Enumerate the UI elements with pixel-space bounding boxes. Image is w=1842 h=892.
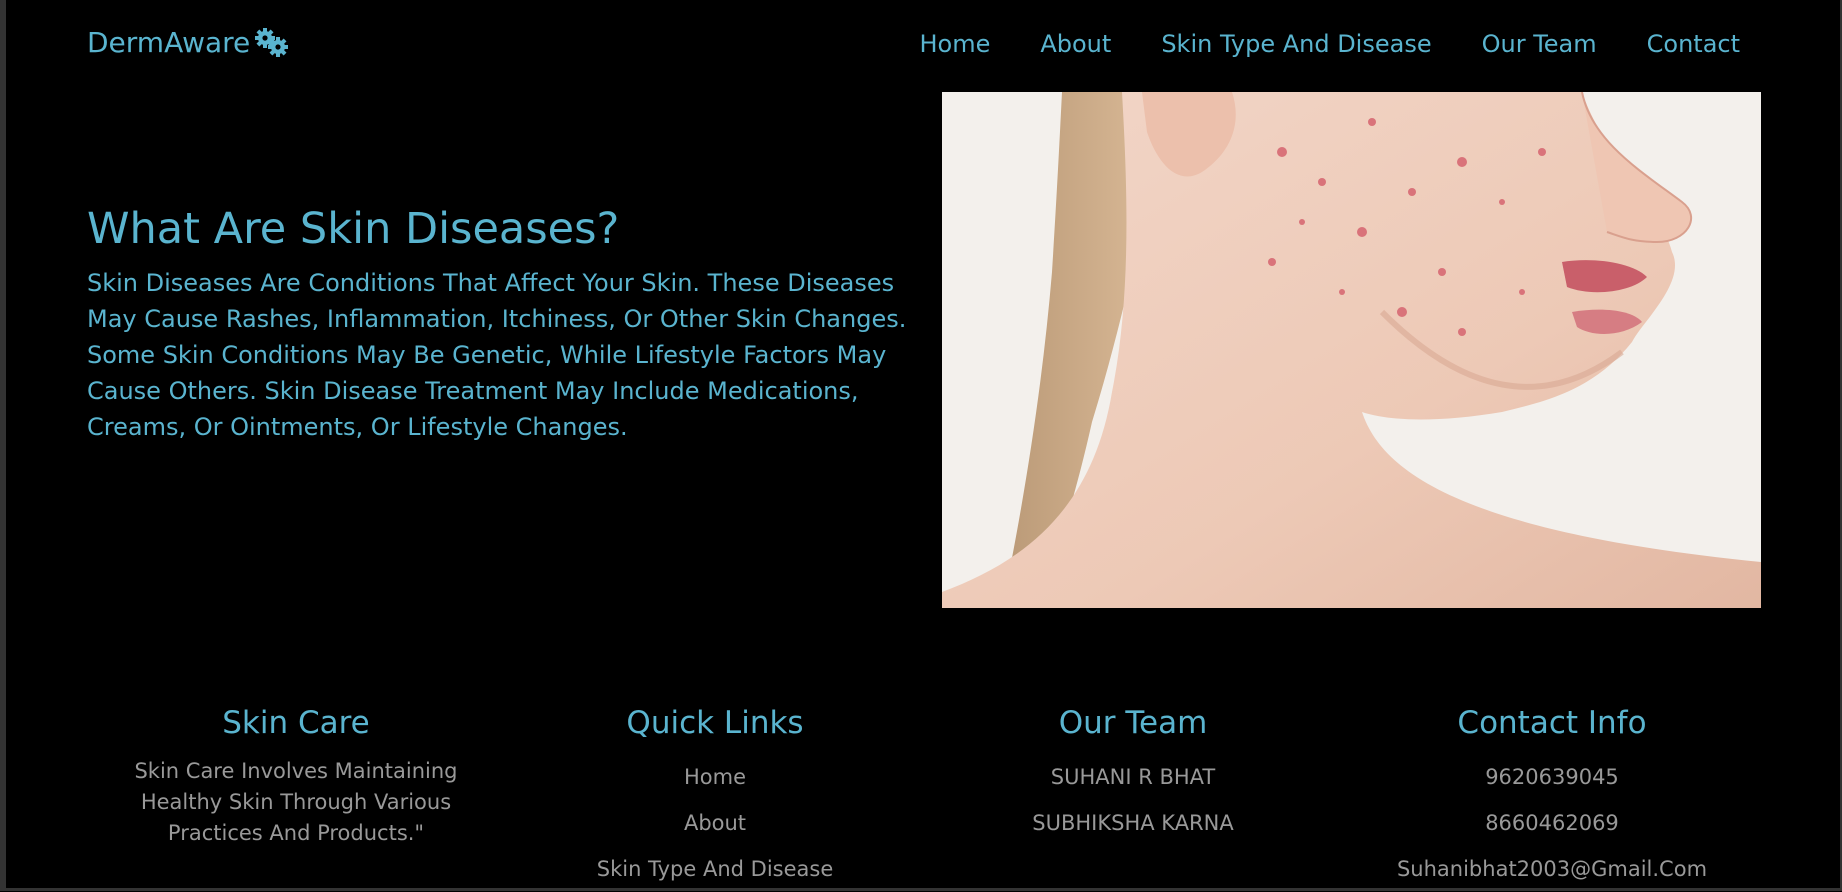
footer-quick-links: Quick Links Home About Skin Type And Dis… xyxy=(505,700,925,892)
nav-home[interactable]: Home xyxy=(919,27,990,61)
nav-skin-type-and-disease[interactable]: Skin Type And Disease xyxy=(1161,27,1431,61)
footer-quick-links-title: Quick Links xyxy=(626,705,804,741)
team-member: SUHANI R BHAT xyxy=(1050,765,1216,789)
contact-email[interactable]: Suhanibhat2003@Gmail.Com xyxy=(1342,846,1762,892)
nav-contact[interactable]: Contact xyxy=(1647,27,1740,61)
nav-our-team[interactable]: Our Team xyxy=(1482,27,1597,61)
hero-title: What Are Skin Diseases? xyxy=(87,204,620,254)
footer-skin-care-text: Skin Care Involves Maintaining Healthy S… xyxy=(134,759,458,845)
window-frame-left xyxy=(0,0,6,891)
footer-link-skin-type-and-disease[interactable]: Skin Type And Disease xyxy=(597,857,834,881)
footer-contact-title: Contact Info xyxy=(1457,705,1647,741)
nav-about[interactable]: About xyxy=(1040,27,1111,61)
skin-condition-photo xyxy=(942,92,1761,608)
team-member: SUBHIKSHA KARNA xyxy=(1032,811,1234,835)
footer-our-team: Our Team SUHANI R BHAT SUBHIKSHA KARNA xyxy=(923,700,1343,846)
main-nav: Home About Skin Type And Disease Our Tea… xyxy=(919,27,1740,61)
footer-skin-care-title: Skin Care xyxy=(222,705,370,741)
site-logo[interactable]: DermAware xyxy=(87,26,290,60)
footer-link-about[interactable]: About xyxy=(684,811,746,835)
contact-phone: 8660462069 xyxy=(1485,811,1619,835)
contact-phone: 9620639045 xyxy=(1485,765,1619,789)
footer-our-team-title: Our Team xyxy=(1058,705,1208,741)
logo-text: DermAware xyxy=(87,26,251,59)
footer-skin-care: Skin Care Skin Care Involves Maintaining… xyxy=(86,700,506,849)
hero-description: Skin Diseases Are Conditions That Affect… xyxy=(87,269,907,441)
footer-link-home[interactable]: Home xyxy=(684,765,746,789)
gears-icon xyxy=(252,26,290,60)
footer-contact-info: Contact Info 9620639045 8660462069 Suhan… xyxy=(1342,700,1762,892)
